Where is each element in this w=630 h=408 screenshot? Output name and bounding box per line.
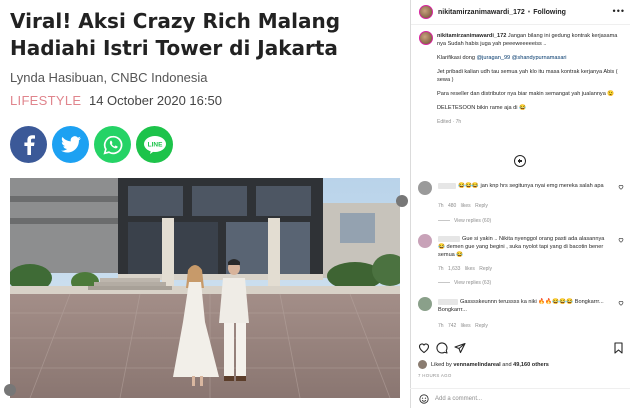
whatsapp-icon xyxy=(102,135,122,155)
comment-text: 😂😂😂 jan knp hrs segitunya nyai emg merek… xyxy=(438,182,608,190)
comment-reply-button[interactable]: Reply xyxy=(479,266,492,272)
caption-meta: Edited · 7h xyxy=(437,119,462,125)
article-panel: Viral! Aksi Crazy Rich Malang Hadiahi Is… xyxy=(0,0,410,408)
emoji-icon[interactable] xyxy=(419,393,429,404)
caption-line3: Jet pribadi kalian udh tau semua yah klo… xyxy=(437,69,618,83)
comment-text: Gue si yakin .. Nikita nyenggol orang pa… xyxy=(438,235,608,259)
likes-and: and xyxy=(502,361,512,368)
comment-meta: 7h 480 likes Reply xyxy=(438,203,488,209)
comment-username-redacted[interactable] xyxy=(438,235,460,242)
more-options-icon[interactable]: ••• xyxy=(613,6,625,16)
twitter-share-button[interactable] xyxy=(52,126,89,163)
liker-username[interactable]: vennamelindareal xyxy=(453,362,500,368)
comment-avatar[interactable] xyxy=(418,297,432,311)
article-category[interactable]: LIFESTYLE xyxy=(10,93,81,108)
twitter-icon xyxy=(60,136,81,153)
comment-likes[interactable]: 742 likes xyxy=(448,323,471,329)
line-label: LINE xyxy=(147,141,162,148)
mention-shandy[interactable]: @shandypurnamasari xyxy=(512,55,567,61)
comment-time: 7h xyxy=(438,203,444,209)
likes-prefix: Liked by xyxy=(431,361,452,368)
comment-body: Gasssskeunnn terussss ka niki 🔥🔥😂😂😂 Bong… xyxy=(438,299,604,313)
comment-likes[interactable]: 1,633 likes xyxy=(448,266,475,272)
liker-avatar[interactable] xyxy=(418,360,427,369)
comment-avatar[interactable] xyxy=(418,181,432,195)
like-heart-icon[interactable] xyxy=(618,300,624,306)
comment-reply-button[interactable]: Reply xyxy=(475,323,488,329)
building-photo-image xyxy=(10,178,400,398)
author-avatar[interactable] xyxy=(419,5,433,19)
prev-photo-button[interactable] xyxy=(4,384,16,396)
caption-line2-prefix: Klarifikasi dong xyxy=(437,55,475,61)
comment-meta: 7h 742 likes Reply xyxy=(438,323,488,329)
likes-count[interactable]: 49,160 others xyxy=(513,362,549,368)
post-timestamp: 7 HOURS AGO xyxy=(418,373,452,378)
comment-username-redacted[interactable] xyxy=(438,298,458,305)
bookmark-icon[interactable] xyxy=(613,342,624,354)
comment-body: Gue si yakin .. Nikita nyenggol orang pa… xyxy=(438,236,605,258)
facebook-share-button[interactable] xyxy=(10,126,47,163)
load-more-comments-button[interactable] xyxy=(514,155,526,167)
post-actions xyxy=(418,342,624,354)
view-replies-button[interactable]: View replies (60) xyxy=(438,218,491,224)
post-header: nikitamirzanimawardi_172 • Following ••• xyxy=(411,0,630,25)
article-byline: Lynda Hasibuan, CNBC Indonesia xyxy=(10,70,208,85)
article-headline: Viral! Aksi Crazy Rich Malang Hadiahi Is… xyxy=(10,9,341,60)
caption-avatar[interactable] xyxy=(419,31,433,45)
comment-reply-button[interactable]: Reply xyxy=(475,203,488,209)
article-photo xyxy=(10,178,400,398)
caption-line4: Para reseller dan distributor nya biar m… xyxy=(437,91,615,97)
article-meta: LIFESTYLE 14 October 2020 16:50 xyxy=(10,93,222,108)
mention-juragan[interactable]: @juragan_99 xyxy=(477,55,511,61)
comment-time: 7h xyxy=(438,323,444,329)
comment-input[interactable]: Add a comment... xyxy=(435,396,482,402)
comment-bubble-icon[interactable] xyxy=(436,342,448,354)
like-heart-icon[interactable] xyxy=(618,237,624,243)
line-share-button[interactable]: LINE xyxy=(136,126,173,163)
add-comment-bar: Add a comment... xyxy=(410,388,630,408)
article-date: 14 October 2020 16:50 xyxy=(88,93,222,108)
caption-line5: DELETESOON bikin rame aja di 😂 xyxy=(437,105,527,111)
like-heart-icon[interactable] xyxy=(618,184,624,190)
caption-username[interactable]: nikitamirzanimawardi_172 xyxy=(437,33,506,39)
line-icon: LINE xyxy=(143,135,166,154)
comment-username-redacted[interactable] xyxy=(438,182,456,189)
comment-text: Gasssskeunnn terussss ka niki 🔥🔥😂😂😂 Bong… xyxy=(438,298,608,314)
caption-text: nikitamirzanimawardi_172 Jangan bilang i… xyxy=(437,32,627,126)
like-heart-icon[interactable] xyxy=(418,342,430,354)
facebook-icon xyxy=(23,134,35,155)
likes-summary: Liked by vennamelindareal and 49,160 oth… xyxy=(418,360,549,369)
comment-avatar[interactable] xyxy=(418,234,432,248)
comment-time: 7h xyxy=(438,266,444,272)
view-replies-button[interactable]: View replies (63) xyxy=(438,280,491,286)
whatsapp-share-button[interactable] xyxy=(94,126,131,163)
comment-body: 😂😂😂 jan knp hrs segitunya nyai emg merek… xyxy=(458,183,604,189)
share-send-icon[interactable] xyxy=(454,342,466,354)
next-photo-button[interactable] xyxy=(396,195,408,207)
comment-meta: 7h 1,633 likes Reply xyxy=(438,266,492,272)
share-buttons: LINE xyxy=(10,126,173,163)
author-username[interactable]: nikitamirzanimawardi_172 xyxy=(438,9,525,16)
comment-likes[interactable]: 480 likes xyxy=(448,203,471,209)
following-button[interactable]: Following xyxy=(533,9,566,16)
separator-dot: • xyxy=(527,8,531,16)
